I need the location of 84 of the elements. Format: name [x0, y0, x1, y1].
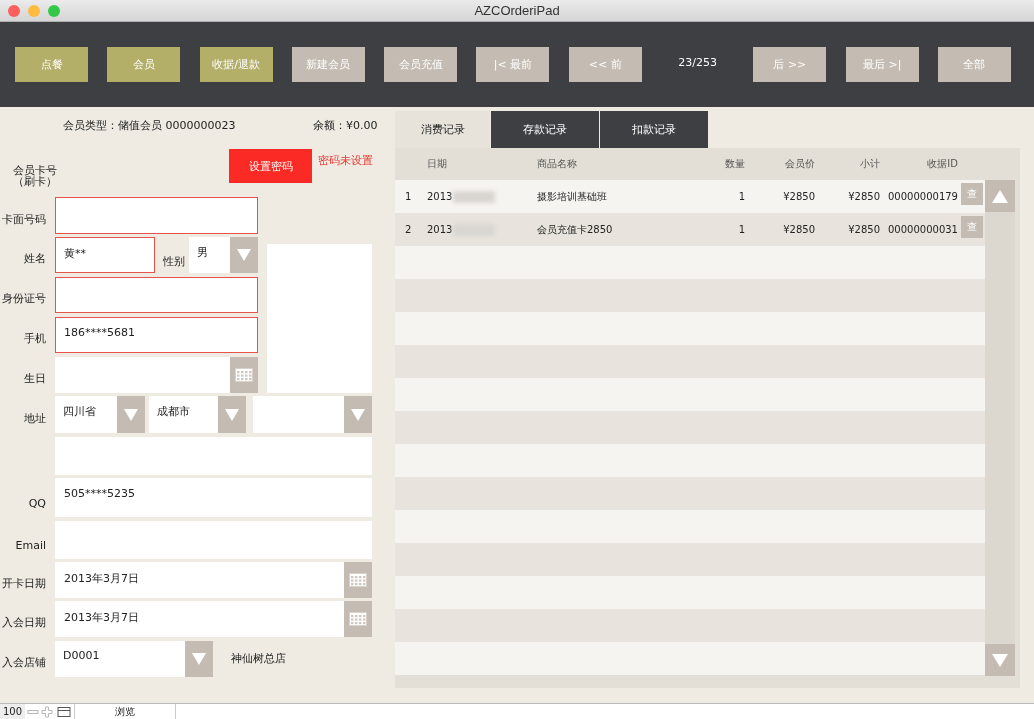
mobile-field[interactable]: 186****5681	[55, 316, 258, 354]
dropdown-arrow-icon	[237, 249, 251, 262]
record-counter: 23/253	[677, 55, 718, 69]
district-dropdown[interactable]	[253, 396, 372, 434]
up-arrow-icon	[992, 189, 1008, 203]
open-date-field[interactable]: 2013年3月7日	[55, 562, 372, 598]
row-number: 1	[404, 191, 413, 202]
close-button[interactable]	[8, 5, 20, 17]
window-title: AZCOrderiPad	[474, 3, 560, 18]
column-header: 数量	[724, 157, 745, 171]
dropdown-arrow-icon	[351, 408, 365, 421]
id-number-field[interactable]	[55, 276, 258, 314]
gender-dropdown[interactable]: 男	[189, 236, 258, 274]
column-header: 会员价	[784, 157, 815, 171]
table-cell-text: ¥2850	[847, 224, 880, 235]
card-number-label: 会员卡号 （刷卡）	[12, 165, 58, 187]
field-label: 开卡日期	[1, 576, 47, 592]
photo-box[interactable]	[267, 243, 372, 394]
tab[interactable]: 存款记录	[491, 111, 599, 148]
table-cell-text: 1	[737, 224, 745, 235]
tab[interactable]: 扣款记录	[600, 111, 708, 148]
member-type-info: 会员类型：储值会员 0000000023	[63, 118, 237, 133]
column-header: 商品名称	[537, 157, 578, 171]
table-cell-text: 会员充值卡2850	[537, 222, 614, 237]
email-field[interactable]	[55, 520, 372, 559]
table-cell: 2013	[427, 224, 453, 235]
field-label: 手机	[23, 331, 47, 348]
set-password-button[interactable]: 设置密码	[229, 149, 312, 183]
table-cell: 2013	[427, 191, 453, 202]
dropdown-arrow-icon	[124, 408, 138, 421]
password-status: 密码未设置	[318, 153, 373, 168]
calendar-button[interactable]	[344, 562, 372, 598]
card-face-field[interactable]	[55, 197, 258, 234]
row-number: 2	[404, 224, 413, 235]
column-header: 小计	[859, 157, 880, 171]
calendar-icon	[349, 612, 367, 627]
calendar-icon	[235, 367, 253, 382]
store-dropdown[interactable]: D0001	[55, 640, 213, 677]
tab[interactable]: 消费记录	[395, 111, 490, 148]
minimize-button[interactable]	[28, 5, 40, 17]
field-label: 身份证号	[1, 291, 47, 308]
balance-text: 余额：¥0.00	[313, 118, 378, 133]
province-dropdown[interactable]: 四川省	[55, 396, 145, 434]
table-cell-text: 00000000031	[887, 224, 958, 235]
calendar-icon	[349, 573, 367, 587]
table-cell-text: ¥2850	[782, 191, 815, 202]
calendar-button[interactable]	[344, 601, 372, 638]
table-cell-text: 1	[737, 191, 745, 202]
layout-icon[interactable]	[57, 705, 72, 718]
zoom-level: 100	[0, 704, 26, 719]
qq-field[interactable]: 505****5235	[55, 478, 372, 518]
field-label: 姓名	[23, 251, 47, 268]
join-date-field[interactable]: 2013年3月7日	[55, 601, 372, 638]
store-name: 神仙树总店	[231, 651, 286, 667]
view-mode: 浏览	[74, 704, 177, 719]
column-header: 日期	[427, 157, 448, 171]
birthday-field[interactable]	[55, 356, 258, 394]
table-row[interactable]: 1 2013 摄影培训基础班 1 ¥2850 ¥2850 00000000179 查	[395, 180, 985, 213]
field-label: 入会店铺	[1, 654, 47, 671]
field-label: QQ	[27, 497, 47, 513]
scroll-down-button[interactable]	[985, 644, 1015, 676]
column-header: 收据ID	[926, 157, 958, 171]
calendar-button[interactable]	[230, 356, 258, 394]
table-cell-text: 摄影培训基础班	[537, 189, 608, 204]
dropdown-arrow-icon	[192, 652, 206, 665]
down-arrow-icon	[992, 653, 1008, 667]
zoom-button[interactable]	[48, 5, 60, 17]
field-label: 地址	[23, 411, 47, 428]
table-row[interactable]: 2 2013 会员充值卡2850 1 ¥2850 ¥2850 00000000031 查	[395, 213, 985, 246]
zoom-in-icon[interactable]	[41, 705, 54, 718]
scroll-up-button[interactable]	[985, 180, 1015, 212]
name-field[interactable]: 黄**	[55, 236, 155, 274]
table-cell-text: ¥2850	[782, 224, 815, 235]
table-cell-text: ¥2850	[847, 191, 880, 202]
address-field[interactable]	[55, 436, 372, 475]
field-label: 卡面号码	[1, 211, 47, 228]
city-dropdown[interactable]: 成都市	[149, 396, 246, 434]
field-label: 生日	[23, 371, 47, 388]
field-label: 入会日期	[1, 615, 47, 632]
dropdown-arrow-icon	[225, 408, 239, 421]
field-label: Email	[14, 538, 47, 554]
field-label: 性别	[162, 254, 186, 271]
table-cell-text: 00000000179	[887, 191, 958, 202]
redaction-blur	[453, 190, 496, 203]
